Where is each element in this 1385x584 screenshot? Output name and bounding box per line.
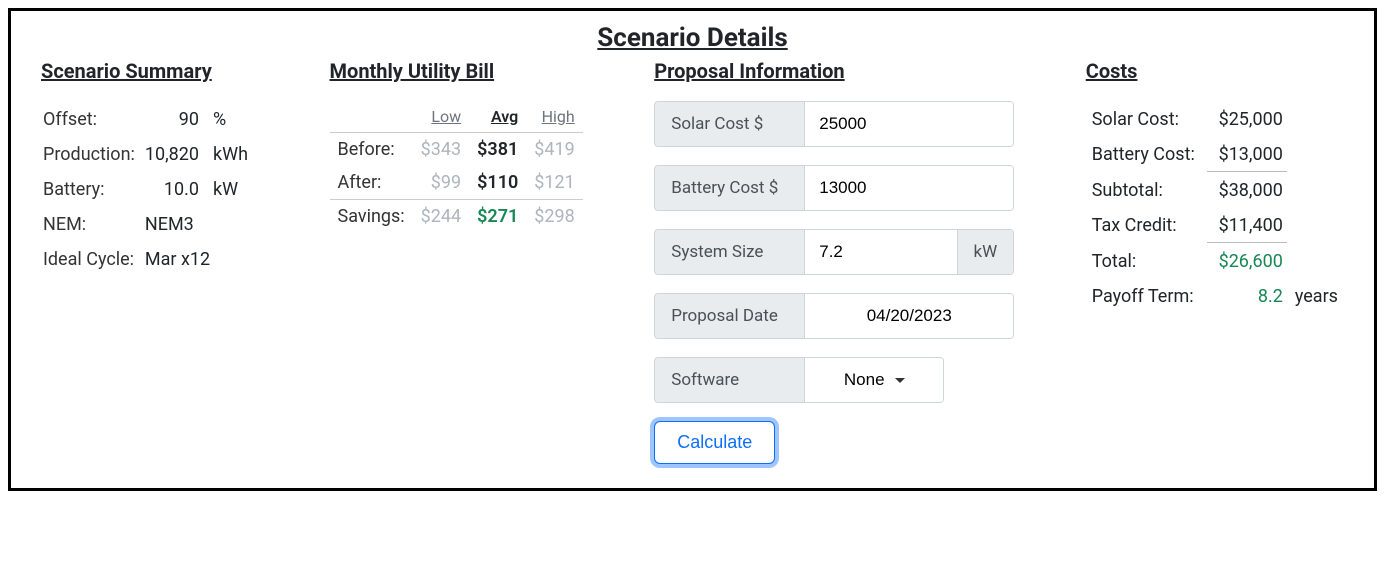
solar-cost-group: Solar Cost $	[654, 101, 1014, 147]
costs-heading: Costs	[1086, 59, 1344, 83]
bill-before-label: Before:	[330, 133, 413, 167]
bill-before-high: $419	[526, 133, 582, 167]
offset-label: Offset:	[43, 103, 143, 136]
scenario-details-panel: Scenario Details Scenario Summary Offset…	[8, 8, 1377, 491]
production-label: Production:	[43, 138, 143, 171]
costs-payoff-term-unit: years	[1289, 280, 1342, 313]
costs-table: Solar Cost: $25,000 Battery Cost: $13,00…	[1086, 101, 1344, 315]
bill-savings-label: Savings:	[330, 200, 413, 234]
nem-value: NEM3	[145, 208, 207, 241]
bill-savings-avg: $271	[469, 200, 526, 234]
battery-cost-input[interactable]	[805, 166, 1013, 210]
scenario-summary-section: Scenario Summary Offset: 90 % Production…	[41, 59, 258, 278]
scenario-summary-heading: Scenario Summary	[41, 59, 258, 83]
bill-after-low: $99	[413, 166, 469, 200]
production-value: 10,820	[145, 138, 207, 171]
costs-total-label: Total:	[1088, 245, 1205, 278]
bill-after-high: $121	[526, 166, 582, 200]
proposal-date-group: Proposal Date 04/20/2023	[654, 293, 1014, 339]
ideal-cycle-value: Mar x12	[145, 243, 256, 276]
battery-unit: kW	[209, 173, 256, 206]
offset-unit: %	[209, 103, 256, 136]
battery-value: 10.0	[145, 173, 207, 206]
costs-subtotal-label: Subtotal:	[1088, 174, 1205, 207]
nem-unit	[209, 208, 256, 241]
bill-after-label: After:	[330, 166, 413, 200]
bill-savings-high: $298	[526, 200, 582, 234]
calculate-button[interactable]: Calculate	[654, 421, 775, 464]
proposal-date-label: Proposal Date	[655, 294, 805, 338]
solar-cost-input[interactable]	[805, 102, 1013, 146]
solar-cost-label: Solar Cost $	[655, 102, 805, 146]
battery-label: Battery:	[43, 173, 143, 206]
software-dropdown[interactable]: None	[805, 358, 943, 402]
production-unit: kWh	[209, 138, 256, 171]
system-size-input[interactable]	[805, 230, 956, 274]
nem-label: NEM:	[43, 208, 143, 241]
software-group: Software None	[654, 357, 944, 403]
monthly-utility-bill-table: Low Avg High Before: $343 $381 $419 Afte…	[330, 101, 583, 233]
costs-payoff-term-label: Payoff Term:	[1088, 280, 1205, 313]
bill-after-avg: $110	[469, 166, 526, 200]
software-label: Software	[655, 358, 805, 402]
costs-section: Costs Solar Cost: $25,000 Battery Cost: …	[1086, 59, 1344, 315]
proposal-information-section: Proposal Information Solar Cost $ Batter…	[654, 59, 1014, 464]
costs-battery-cost-value: $13,000	[1207, 138, 1287, 172]
offset-value: 90	[145, 103, 207, 136]
monthly-utility-bill-heading: Monthly Utility Bill	[330, 59, 583, 83]
page-title: Scenario Details	[41, 23, 1344, 53]
proposal-date-input[interactable]: 04/20/2023	[805, 294, 1013, 338]
battery-cost-group: Battery Cost $	[654, 165, 1014, 211]
software-selected: None	[844, 370, 885, 390]
costs-subtotal-value: $38,000	[1207, 174, 1287, 207]
proposal-information-heading: Proposal Information	[654, 59, 1014, 83]
scenario-summary-table: Offset: 90 % Production: 10,820 kWh Batt…	[41, 101, 258, 278]
monthly-utility-bill-section: Monthly Utility Bill Low Avg High Before…	[330, 59, 583, 233]
chevron-down-icon	[895, 378, 905, 383]
system-size-label: System Size	[655, 230, 805, 274]
bill-header-high: High	[526, 101, 582, 133]
costs-battery-cost-label: Battery Cost:	[1088, 138, 1205, 172]
system-size-group: System Size kW	[654, 229, 1014, 275]
costs-solar-cost-value: $25,000	[1207, 103, 1287, 136]
system-size-unit: kW	[957, 230, 1014, 274]
ideal-cycle-label: Ideal Cycle:	[43, 243, 143, 276]
battery-cost-label: Battery Cost $	[655, 166, 805, 210]
bill-header-avg: Avg	[469, 101, 526, 133]
costs-tax-credit-label: Tax Credit:	[1088, 209, 1205, 243]
bill-before-avg: $381	[469, 133, 526, 167]
bill-before-low: $343	[413, 133, 469, 167]
costs-tax-credit-value: $11,400	[1207, 209, 1287, 243]
costs-total-value: $26,600	[1207, 245, 1287, 278]
bill-savings-low: $244	[413, 200, 469, 234]
bill-header-low: Low	[413, 101, 469, 133]
costs-solar-cost-label: Solar Cost:	[1088, 103, 1205, 136]
costs-payoff-term-value: 8.2	[1207, 280, 1287, 313]
